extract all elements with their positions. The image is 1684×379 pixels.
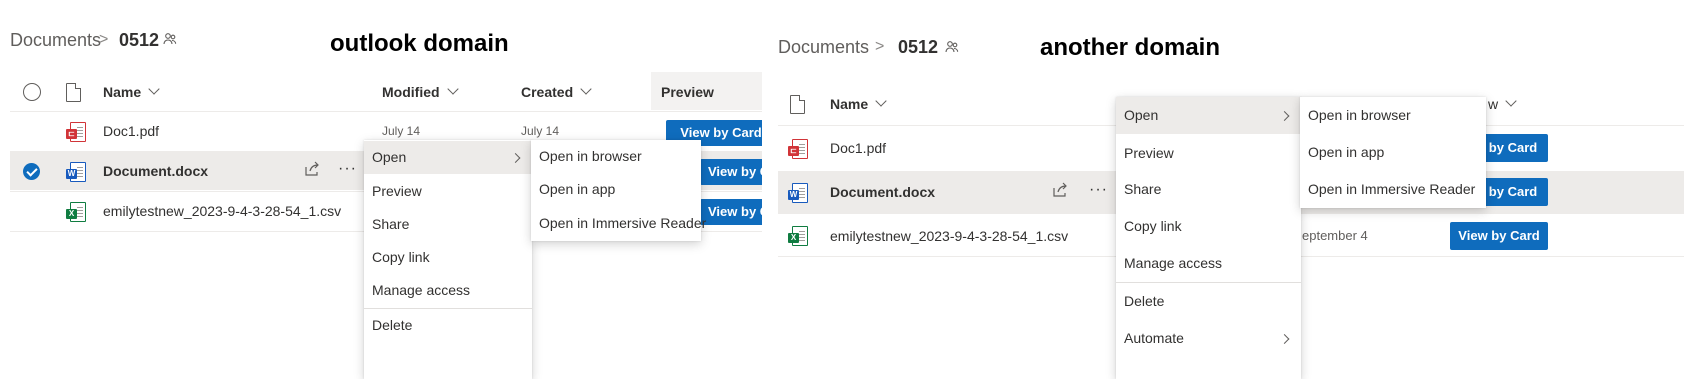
- menu-item-delete[interactable]: Delete: [364, 309, 532, 342]
- menu-item-copy-link[interactable]: Copy link: [1116, 208, 1301, 245]
- share-icon[interactable]: [1052, 182, 1069, 202]
- modified-date: July 14: [382, 124, 421, 138]
- chevron-right-icon: [1279, 110, 1290, 121]
- panel-caption: another domain: [1040, 34, 1221, 61]
- select-all-checkbox[interactable]: [23, 83, 41, 101]
- another-domain-panel: Documents > 0512 another domain Name w ⊏…: [778, 0, 1684, 379]
- column-header-name[interactable]: Name: [830, 95, 887, 112]
- breadcrumb-current-folder: 0512: [119, 30, 160, 50]
- breadcrumb-current-folder: 0512: [898, 37, 939, 57]
- breadcrumb-separator: >: [875, 38, 885, 55]
- chevron-down-icon: [446, 83, 459, 95]
- submenu-item-open-in-immersive-reader[interactable]: Open in Immersive Reader: [531, 207, 706, 240]
- menu-item-open[interactable]: Open: [364, 141, 532, 174]
- file-name[interactable]: emilytestnew_2023-9-4-3-28-54_1.csv: [830, 228, 1068, 244]
- submenu-item-open-in-browser[interactable]: Open in browser: [1300, 97, 1486, 134]
- file-name[interactable]: Doc1.pdf: [830, 140, 886, 156]
- context-menu: Open Preview Share Copy link Manage acce…: [1116, 97, 1301, 379]
- view-by-card-button[interactable]: View by Card: [700, 199, 762, 225]
- checkmark-icon[interactable]: [23, 163, 40, 180]
- file-name[interactable]: Doc1.pdf: [103, 123, 159, 139]
- submenu-item-open-in-immersive-reader[interactable]: Open in Immersive Reader: [1300, 171, 1486, 208]
- view-by-card-button[interactable]: by Card: [1478, 134, 1548, 162]
- column-header-created[interactable]: Created: [521, 83, 592, 100]
- document-icon: [790, 95, 805, 114]
- column-header-name[interactable]: Name: [103, 83, 160, 100]
- column-header-modified[interactable]: Modified: [382, 83, 459, 100]
- created-date: July 14: [521, 124, 560, 138]
- document-icon: [66, 83, 81, 102]
- menu-item-preview[interactable]: Preview: [1116, 135, 1301, 172]
- word-file-icon: W: [788, 183, 808, 203]
- more-icon[interactable]: ···: [338, 160, 357, 178]
- word-file-icon: W: [66, 162, 86, 182]
- breadcrumb-separator: >: [99, 31, 109, 48]
- chevron-down-icon: [580, 83, 592, 95]
- chevron-down-icon: [875, 95, 887, 107]
- context-menu: Open Preview Share Copy link Manage acce…: [364, 140, 532, 379]
- pdf-file-icon: ⊏: [66, 122, 86, 142]
- chevron-right-icon: [510, 152, 521, 163]
- chevron-down-icon: [1505, 95, 1517, 107]
- menu-item-copy-link[interactable]: Copy link: [364, 241, 532, 274]
- share-icon[interactable]: [304, 161, 321, 181]
- excel-file-icon: X: [66, 202, 86, 222]
- more-icon[interactable]: ···: [1089, 181, 1108, 199]
- view-by-card-button[interactable]: by Card: [1478, 178, 1548, 206]
- menu-item-delete[interactable]: Delete: [1116, 283, 1301, 320]
- column-header-view[interactable]: w: [1488, 95, 1517, 112]
- open-submenu: Open in browser Open in app Open in Imme…: [1300, 97, 1486, 208]
- submenu-item-open-in-browser[interactable]: Open in browser: [531, 140, 701, 173]
- chevron-down-icon: [148, 83, 160, 95]
- menu-item-preview[interactable]: Preview: [364, 175, 532, 208]
- menu-item-manage-access[interactable]: Manage access: [1116, 245, 1301, 282]
- menu-item-manage-access[interactable]: Manage access: [364, 274, 532, 307]
- submenu-item-open-in-app[interactable]: Open in app: [531, 173, 701, 206]
- column-header-preview[interactable]: Preview: [661, 84, 714, 100]
- people-icon[interactable]: [945, 40, 959, 57]
- breadcrumb-documents[interactable]: Documents: [10, 30, 101, 51]
- view-by-card-button[interactable]: View by Card: [700, 159, 762, 185]
- panel-caption: outlook domain: [330, 30, 509, 57]
- outlook-domain-panel: Documents > 0512 outlook domain Name Mod…: [0, 0, 762, 379]
- menu-item-share[interactable]: Share: [364, 208, 532, 241]
- menu-item-automate[interactable]: Automate: [1116, 320, 1301, 357]
- pdf-file-icon: ⊏: [788, 139, 808, 159]
- view-by-card-button[interactable]: View by Card: [1450, 222, 1548, 250]
- menu-item-open[interactable]: Open: [1116, 97, 1301, 134]
- chevron-right-icon: [1279, 333, 1290, 344]
- excel-file-icon: X: [788, 226, 808, 246]
- file-name[interactable]: Document.docx: [103, 163, 208, 179]
- breadcrumb-documents[interactable]: Documents: [778, 37, 869, 58]
- people-icon[interactable]: [163, 32, 177, 49]
- file-name[interactable]: Document.docx: [830, 184, 935, 200]
- menu-item-share[interactable]: Share: [1116, 171, 1301, 208]
- submenu-item-open-in-app[interactable]: Open in app: [1300, 134, 1486, 171]
- open-submenu: Open in browser Open in app Open in Imme…: [531, 140, 706, 241]
- modified-date: eptember 4: [1302, 228, 1368, 243]
- file-name[interactable]: emilytestnew_2023-9-4-3-28-54_1.csv: [103, 203, 341, 219]
